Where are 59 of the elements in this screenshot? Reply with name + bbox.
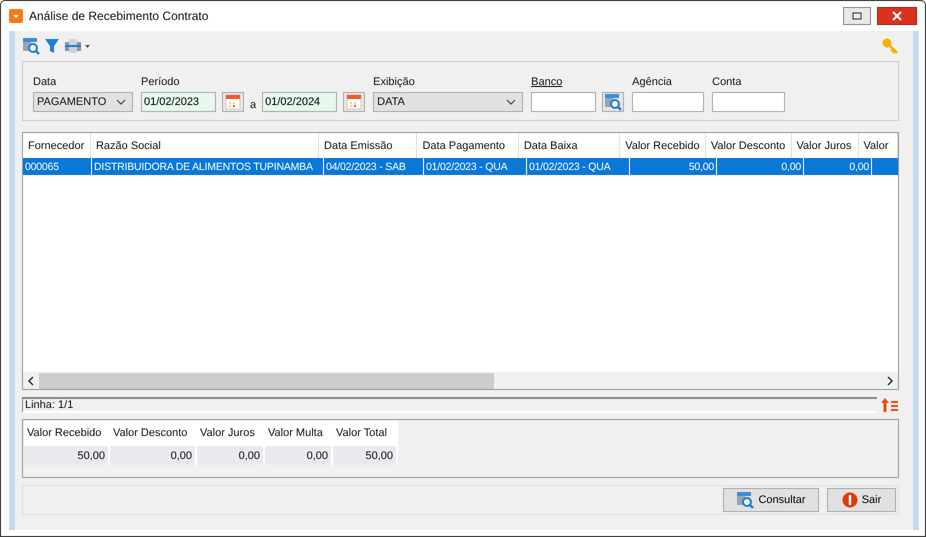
chevron-down-icon bbox=[116, 99, 126, 105]
total-label: Valor Recebido bbox=[24, 421, 110, 445]
horizontal-scrollbar[interactable] bbox=[23, 372, 898, 389]
chevron-down-icon bbox=[506, 99, 516, 105]
filter-icon[interactable] bbox=[44, 38, 60, 54]
exit-button[interactable]: Sair bbox=[827, 488, 896, 512]
total-label: Valor Multa bbox=[265, 421, 333, 445]
total-value: 0,00 bbox=[110, 445, 197, 465]
display-dropdown[interactable]: DATA bbox=[373, 92, 524, 112]
bank-search-button[interactable] bbox=[602, 92, 624, 112]
table-cell: 01/02/2023 - QUA bbox=[527, 158, 630, 175]
table-cell: DISTRIBUIDORA DE ALIMENTOS TUPINAMBA bbox=[92, 158, 324, 175]
app-icon bbox=[9, 9, 23, 23]
range-separator: a bbox=[250, 99, 256, 111]
table-cell: 0,00 bbox=[717, 158, 804, 175]
table-cell: 0,00 bbox=[804, 158, 872, 175]
total-label: Valor Desconto bbox=[110, 421, 197, 445]
field-label: Conta bbox=[712, 76, 742, 88]
end-date-field[interactable]: 01/02/2024 bbox=[262, 92, 338, 112]
total-value: 0,00 bbox=[265, 445, 333, 465]
table-cell: 04/02/2023 - SAB bbox=[324, 158, 424, 175]
total-value: 50,00 bbox=[24, 445, 110, 465]
field-label: Banco bbox=[531, 76, 564, 88]
total-value: 50,00 bbox=[333, 445, 398, 465]
close-icon bbox=[892, 11, 902, 21]
field-label: Agência bbox=[632, 76, 673, 88]
field-label: Data bbox=[33, 76, 58, 88]
table-row[interactable]: 000065 DISTRIBUIDORA DE ALIMENTOS TUPINAMBA 04/02/2023 - SAB 01/02/2023 - QUA 01/02/2023 - QUA 50,00 0,00 0,00 bbox=[23, 158, 898, 175]
calendar-button[interactable] bbox=[343, 92, 366, 112]
field-label: Exibição bbox=[373, 76, 416, 88]
total-value: 0,00 bbox=[197, 445, 265, 465]
stop-icon bbox=[842, 492, 858, 508]
printer-icon[interactable] bbox=[64, 38, 90, 54]
account-field[interactable] bbox=[712, 92, 786, 112]
restore-button[interactable] bbox=[843, 7, 871, 25]
query-button[interactable]: Consultar bbox=[723, 488, 819, 512]
start-date-field[interactable]: 01/02/2023 bbox=[141, 92, 216, 112]
table-cell: 50,00 bbox=[630, 158, 717, 175]
total-label: Valor Total bbox=[333, 421, 398, 445]
field-label: Período bbox=[141, 76, 181, 88]
table-cell: 000065 bbox=[23, 158, 92, 175]
preview-icon bbox=[22, 37, 40, 55]
window-title: Análise de Recebimento Contrato bbox=[29, 9, 210, 23]
restore-icon bbox=[852, 12, 862, 20]
status-bar: Linha: 1/1 bbox=[22, 397, 877, 413]
calendar-button[interactable] bbox=[222, 92, 244, 112]
scroll-right-icon[interactable] bbox=[886, 376, 894, 386]
close-button[interactable] bbox=[877, 7, 917, 25]
search-icon bbox=[604, 93, 622, 111]
bank-field[interactable] bbox=[531, 92, 596, 112]
calendar-icon bbox=[225, 94, 241, 110]
total-label: Valor Juros bbox=[197, 421, 265, 445]
branch-field[interactable] bbox=[632, 92, 704, 112]
scroll-left-icon[interactable] bbox=[27, 376, 35, 386]
date-type-dropdown[interactable]: PAGAMENTO bbox=[33, 92, 133, 112]
calendar-icon bbox=[346, 94, 362, 110]
table-cell: 01/02/2023 - QUA bbox=[424, 158, 527, 175]
search-icon bbox=[736, 491, 754, 509]
sort-icon[interactable] bbox=[881, 397, 899, 413]
